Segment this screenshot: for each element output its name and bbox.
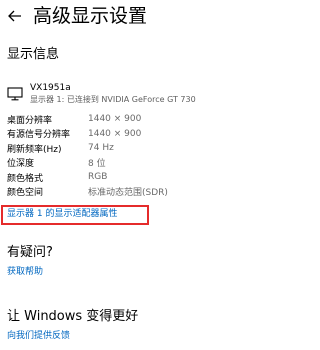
help-heading: 有疑问? <box>7 245 53 260</box>
info-row-active-signal-resolution: 有源信号分辨率 1440 × 900 <box>7 127 168 142</box>
get-help-link[interactable]: 获取帮助 <box>7 266 43 278</box>
display-info-table: 桌面分辨率 1440 × 900 有源信号分辨率 1440 × 900 刷新频率… <box>7 112 168 199</box>
info-row-color-space: 颜色空间 标准动态范围(SDR) <box>7 185 168 200</box>
display-info-heading: 显示信息 <box>7 47 60 62</box>
advanced-display-settings-page: 高级显示设置 显示信息 VX1951a 显示器 1: 已连接到 NVIDIA G… <box>0 0 300 350</box>
info-label: 刷新频率(Hz) <box>7 144 62 155</box>
info-value: 8 位 <box>88 159 106 170</box>
info-row-refresh-rate: 刷新频率(Hz) 74 Hz <box>7 141 168 156</box>
display-adapter-properties-link[interactable]: 显示器 1 的显示适配器属性 <box>7 207 117 221</box>
monitor-connection-description: 显示器 1: 已连接到 NVIDIA GeForce GT 730 <box>30 95 196 104</box>
info-label: 桌面分辨率 <box>7 115 53 126</box>
page-header: 高级显示设置 <box>0 2 147 30</box>
info-value: 1440 × 900 <box>88 114 142 125</box>
give-feedback-link[interactable]: 向我们提供反馈 <box>7 330 70 342</box>
info-label: 颜色格式 <box>7 173 44 184</box>
info-row-color-format: 颜色格式 RGB <box>7 170 168 185</box>
info-value: 标准动态范围(SDR) <box>88 188 168 199</box>
monitor-name: VX1951a <box>30 83 71 93</box>
monitor-text: VX1951a 显示器 1: 已连接到 NVIDIA GeForce GT 73… <box>30 82 196 106</box>
info-label: 颜色空间 <box>7 188 44 199</box>
info-value: 74 Hz <box>88 143 114 154</box>
info-row-desktop-resolution: 桌面分辨率 1440 × 900 <box>7 112 168 127</box>
info-value: 1440 × 900 <box>88 128 142 139</box>
info-value: RGB <box>88 172 108 183</box>
info-label: 有源信号分辨率 <box>7 130 71 141</box>
feedback-heading: 让 Windows 变得更好 <box>7 309 139 324</box>
back-arrow-icon[interactable] <box>7 8 23 24</box>
page-title: 高级显示设置 <box>33 5 148 27</box>
monitor-icon <box>7 86 23 101</box>
monitor-entry: VX1951a 显示器 1: 已连接到 NVIDIA GeForce GT 73… <box>7 82 196 106</box>
info-label: 位深度 <box>7 159 35 170</box>
info-row-bit-depth: 位深度 8 位 <box>7 156 168 171</box>
